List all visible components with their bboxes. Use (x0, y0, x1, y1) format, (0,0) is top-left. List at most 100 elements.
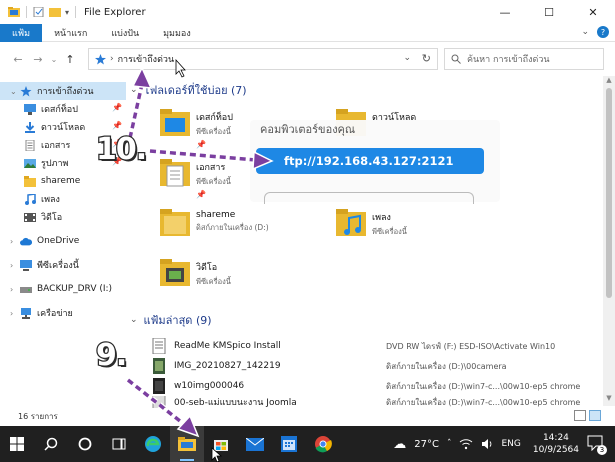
quick-access-star-icon (95, 53, 106, 64)
taskbar-chrome[interactable] (306, 426, 340, 462)
taskbar-search-button[interactable] (34, 426, 68, 462)
chevron-right-icon[interactable]: › (10, 309, 18, 318)
taskbar-file-explorer[interactable] (170, 426, 204, 462)
taskbar-calendar[interactable] (272, 426, 306, 462)
chevron-right-icon[interactable]: › (10, 261, 18, 270)
address-bar[interactable]: › การเข้าถึงด่วน ⌄ ↻ (88, 48, 438, 70)
tile-videos[interactable]: วิดีโอ พีซีเครื่องนี้ (160, 256, 320, 296)
forward-button[interactable]: → (28, 53, 48, 66)
clock-date: 10/9/2564 (532, 445, 579, 455)
cortana-button[interactable] (68, 426, 102, 462)
network-icon (21, 307, 31, 319)
title-bar: ▾ File Explorer — ☐ ✕ (0, 0, 615, 24)
recent-file-row[interactable]: IMG_20210827_142219 ดิสก์ภายในเครื่อง (D… (152, 356, 602, 376)
wifi-icon[interactable] (459, 438, 473, 450)
expand-ribbon-icon[interactable]: ⌄ (581, 27, 589, 37)
file-explorer-window: ▾ File Explorer — ☐ ✕ แฟ้ม หน้าแรก แบ่งป… (0, 0, 615, 426)
image-file-icon (153, 358, 165, 374)
taskbar-edge[interactable] (136, 426, 170, 462)
group-title: แฟ้มล่าสุด (9) (143, 314, 212, 327)
sidebar-item-music[interactable]: เพลง (0, 190, 126, 208)
clock[interactable]: 14:24 10/9/2564 (525, 432, 587, 456)
picture-icon (24, 158, 36, 168)
tile-location: ดิสก์ภายในเครื่อง (D:) (196, 223, 269, 232)
sidebar-item-this-pc[interactable]: › พีซีเครื่องนี้ (0, 256, 126, 274)
search-icon (451, 54, 461, 64)
quick-access-toolbar-dropdown-icon[interactable]: ▾ (65, 8, 69, 17)
start-button[interactable] (0, 426, 34, 462)
desktop-icon (24, 103, 36, 115)
chevron-right-icon[interactable]: › (10, 285, 18, 294)
task-view-button[interactable] (102, 426, 136, 462)
sidebar-item-onedrive[interactable]: › OneDrive (0, 232, 126, 250)
chevron-down-icon[interactable]: ⌄ (130, 315, 138, 325)
pin-icon: 📌 (112, 121, 122, 130)
taskbar-store[interactable] (204, 426, 238, 462)
scroll-up-icon[interactable]: ▲ (603, 76, 615, 88)
tile-location: พีซีเครื่องนี้ (196, 127, 231, 136)
properties-icon[interactable] (33, 7, 45, 17)
windows-logo-icon (10, 437, 24, 451)
tab-file[interactable]: แฟ้ม (0, 23, 43, 42)
sidebar-item-label: การเข้าถึงด่วน (37, 87, 94, 97)
window-title: File Explorer (84, 6, 146, 18)
recent-file-row[interactable]: w10img000046 ดิสก์ภายในเครื่อง (D:)\win7… (152, 376, 602, 396)
refresh-icon[interactable]: ↻ (422, 52, 431, 65)
explorer-app-icon[interactable] (8, 7, 20, 17)
recent-locations-icon[interactable]: ⌄ (48, 55, 60, 64)
tab-view[interactable]: มุมมอง (151, 26, 203, 40)
weather-icon[interactable]: ☁ (389, 437, 410, 452)
new-folder-icon[interactable] (49, 7, 61, 17)
vertical-scrollbar[interactable]: ▲ ▼ (603, 76, 615, 406)
scrollbar-thumb[interactable] (606, 88, 612, 298)
minimize-button[interactable]: — (483, 0, 527, 24)
sidebar-item-shareme[interactable]: shareme (0, 172, 126, 190)
input-language[interactable]: ENG (497, 439, 524, 449)
weather-temperature[interactable]: 27°C (410, 439, 443, 450)
tile-name: วิดีโอ (196, 263, 218, 273)
tab-share[interactable]: แบ่งปัน (99, 26, 151, 40)
sidebar-item-backup-drive[interactable]: › BACKUP_DRV (I:) (0, 280, 126, 298)
recent-file-location: DVD RW ไดรฟ์ (F:) ESD-ISO\Activate Win10 (386, 341, 556, 351)
up-button[interactable]: ↑ (60, 53, 80, 66)
breadcrumb-separator: › (110, 54, 114, 64)
frequent-folders-header[interactable]: ⌄ โฟลเดอร์ที่ใช้บ่อย (7) (130, 80, 247, 100)
search-box[interactable]: ค้นหา การเข้าถึงด่วน (444, 48, 604, 70)
recent-file-row[interactable]: ReadMe KMSpico Install DVD RW ไดรฟ์ (F:)… (152, 336, 602, 356)
notification-center-button[interactable]: 3 (587, 435, 607, 455)
sidebar-item-desktop[interactable]: เดสก์ท็อป 📌 (0, 100, 126, 118)
details-view-icon[interactable] (574, 410, 586, 421)
tile-music[interactable]: เพลง พีซีเครื่องนี้ (336, 206, 496, 246)
sidebar-item-network[interactable]: › เครือข่าย (0, 304, 126, 322)
cloud-icon (20, 237, 32, 245)
tab-home[interactable]: หน้าแรก (42, 26, 99, 40)
task-view-icon (112, 438, 126, 450)
address-dropdown-icon[interactable]: ⌄ (403, 53, 411, 63)
chevron-down-icon[interactable]: ⌄ (130, 85, 138, 95)
sidebar-item-quick-access[interactable]: ⌄ การเข้าถึงด่วน (0, 82, 126, 100)
tiles-view-icon[interactable] (589, 410, 601, 421)
sidebar-item-videos[interactable]: วิดีโอ (0, 208, 126, 226)
chevron-down-icon[interactable]: ⌄ (10, 87, 18, 96)
back-button[interactable]: ← (8, 53, 28, 66)
recent-files-header[interactable]: ⌄ แฟ้มล่าสุด (9) (130, 310, 212, 330)
show-hidden-icons-icon[interactable]: ˆ (443, 439, 456, 449)
scroll-down-icon[interactable]: ▼ (603, 394, 615, 406)
title-separator (26, 6, 27, 18)
chevron-right-icon[interactable]: › (10, 237, 18, 246)
tile-shareme[interactable]: shareme ดิสก์ภายในเครื่อง (D:) (160, 206, 320, 246)
document-folder-icon (160, 159, 190, 187)
ftp-address-button[interactable]: ftp://192.168.43.127:2121 (256, 148, 484, 174)
item-count: 16 รายการ (18, 411, 58, 421)
help-icon[interactable]: ? (597, 26, 609, 38)
volume-icon[interactable] (481, 438, 493, 450)
step-9-label: 9. (95, 337, 129, 375)
maximize-button[interactable]: ☐ (527, 0, 571, 24)
music-folder-icon (336, 209, 366, 236)
text-file-icon (152, 338, 166, 354)
taskbar-mail[interactable] (238, 426, 272, 462)
sidebar-item-label: shareme (41, 176, 81, 186)
ftp-address-card: คอมพิวเตอร์ของคุณ ftp://192.168.43.127:2… (250, 120, 500, 204)
breadcrumb-quick-access[interactable]: การเข้าถึงด่วน (118, 52, 175, 66)
close-button[interactable]: ✕ (571, 0, 615, 24)
